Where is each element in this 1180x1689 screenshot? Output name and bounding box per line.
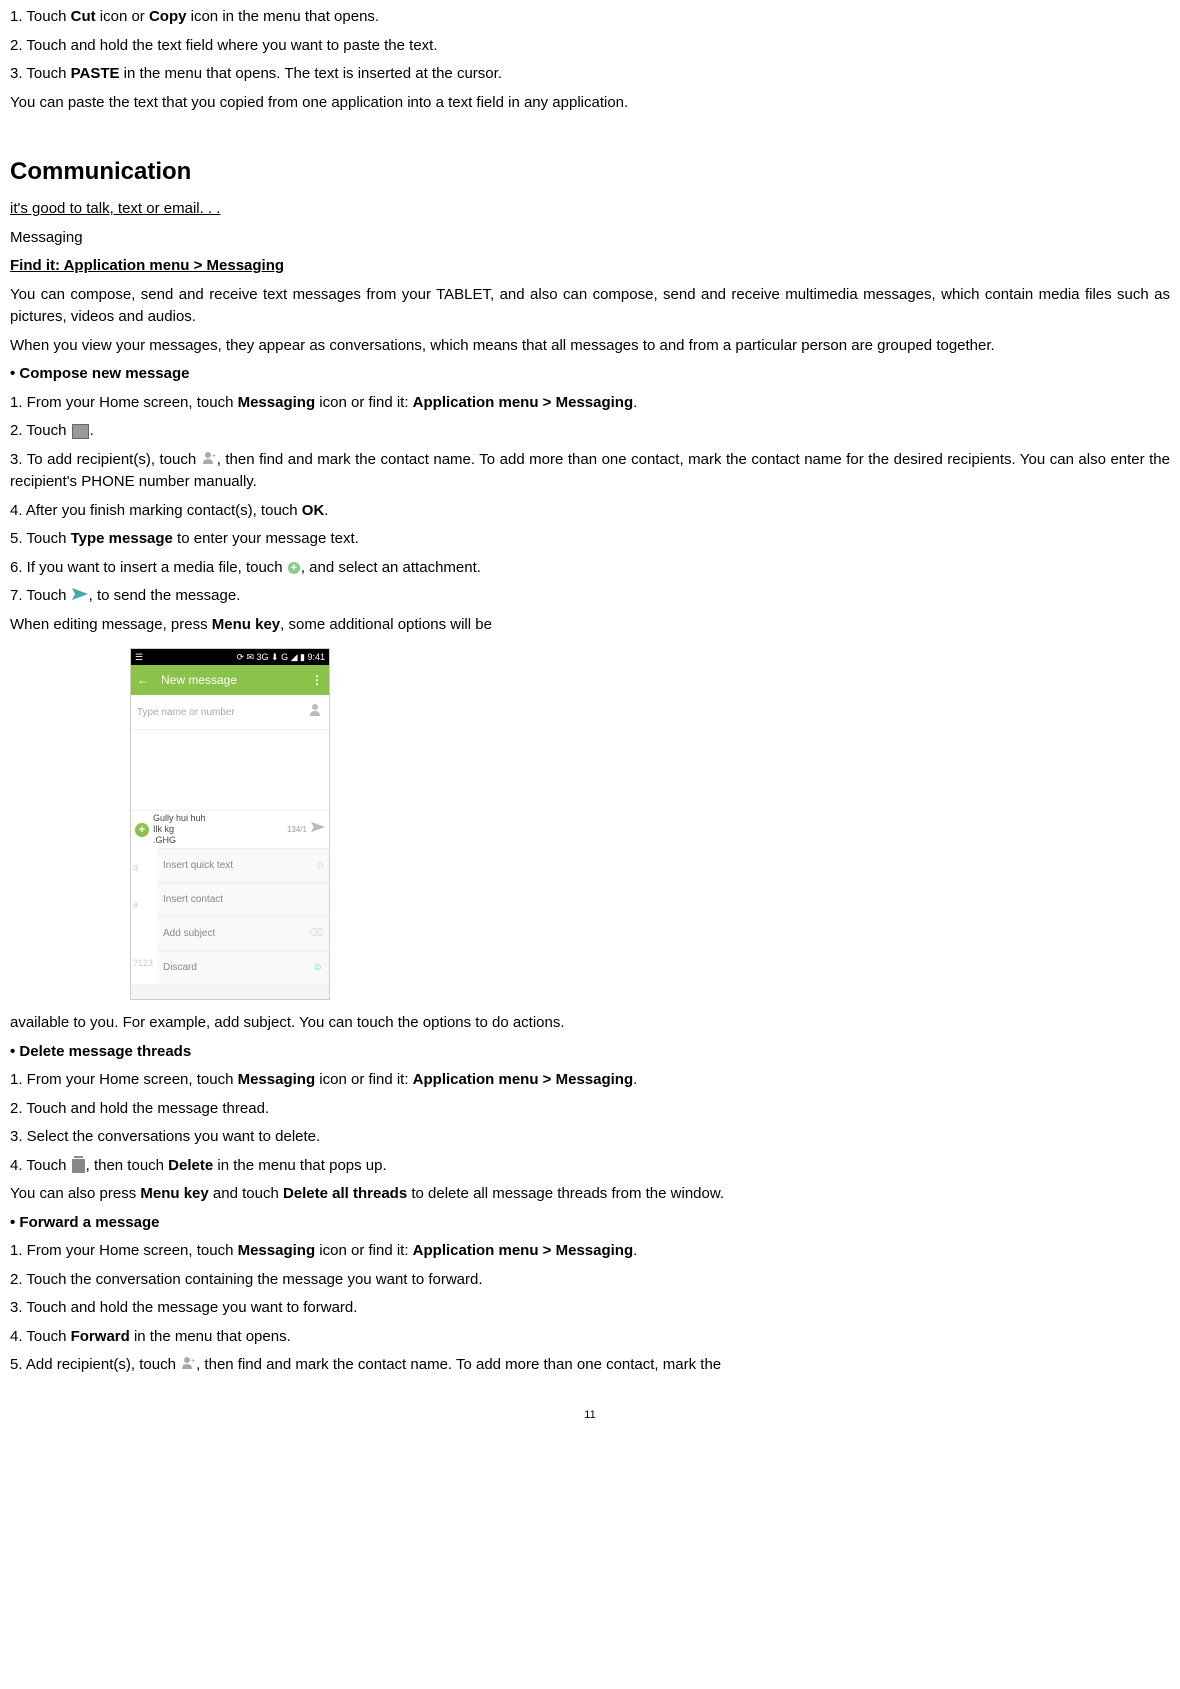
ss-statusbar: ☰ ⟳ ✉ 3G ⬇ G ◢ ▮ 9:41 xyxy=(131,649,329,665)
compose-step-1: 1. From your Home screen, touch Messagin… xyxy=(10,392,1170,415)
paste-note: You can paste the text that you copied f… xyxy=(10,92,1170,115)
back-icon: ← xyxy=(137,671,149,689)
delete-note: You can also press Menu key and touch De… xyxy=(10,1183,1170,1206)
add-contact-icon: + xyxy=(202,449,216,472)
ss-recipient-input: Type name or number xyxy=(131,695,329,730)
add-recipient-icon xyxy=(309,703,323,721)
compose-heading: • Compose new message xyxy=(10,363,1170,386)
forward-step-5: 5. Add recipient(s), touch +, then find … xyxy=(10,1354,1170,1377)
ss-opt-addsubject: Add subject ⌫ xyxy=(157,916,329,950)
forward-step-4: 4. Touch Forward in the menu that opens. xyxy=(10,1326,1170,1349)
messaging-intro-1: You can compose, send and receive text m… xyxy=(10,284,1170,329)
svg-text:+: + xyxy=(212,453,216,460)
page-number: 11 xyxy=(10,1407,1170,1424)
ss-opt-quicktext: Insert quick text p xyxy=(157,848,329,882)
send-icon xyxy=(72,585,88,608)
messaging-screenshot: ☰ ⟳ ✉ 3G ⬇ G ◢ ▮ 9:41 ← New message ⋮ Ty… xyxy=(130,648,330,1000)
step-cut-1: 1. Touch Cut icon or Copy icon in the me… xyxy=(10,6,1170,29)
compose-note: When editing message, press Menu key, so… xyxy=(10,614,1170,637)
compose-step-4: 4. After you finish marking contact(s), … xyxy=(10,500,1170,523)
compose-step-6: 6. If you want to insert a media file, t… xyxy=(10,557,1170,580)
add-contact-icon: + xyxy=(181,1354,195,1377)
messaging-subheading: Messaging xyxy=(10,227,1170,250)
compose-step-7: 7. Touch , to send the message. xyxy=(10,585,1170,608)
compose-step-5: 5. Touch Type message to enter your mess… xyxy=(10,528,1170,551)
delete-heading: • Delete message threads xyxy=(10,1041,1170,1064)
delete-step-2: 2. Touch and hold the message thread. xyxy=(10,1098,1170,1121)
compose-step-2: 2. Touch . xyxy=(10,420,1170,443)
ss-header: ← New message ⋮ xyxy=(131,665,329,695)
attach-icon: + xyxy=(288,562,300,574)
ss-opt-discard: Discard ☺ xyxy=(157,950,329,984)
step-cut-2: 2. Touch and hold the text field where y… xyxy=(10,35,1170,58)
ss-send-icon xyxy=(311,821,325,838)
forward-step-1: 1. From your Home screen, touch Messagin… xyxy=(10,1240,1170,1263)
communication-heading: Communication xyxy=(10,154,1170,190)
find-it: Find it: Application menu > Messaging xyxy=(10,255,1170,278)
svg-text:+: + xyxy=(191,1358,195,1365)
ss-attach-icon: + xyxy=(135,823,149,837)
trash-icon xyxy=(72,1159,85,1173)
ss-opt-insertcontact: Insert contact xyxy=(157,882,329,916)
compose-icon xyxy=(72,424,89,439)
menu-icon: ⋮ xyxy=(311,671,323,689)
ss-title: New message xyxy=(161,671,237,689)
delete-step-3: 3. Select the conversations you want to … xyxy=(10,1126,1170,1149)
tagline: it's good to talk, text or email. . . xyxy=(10,198,1170,221)
messaging-intro-2: When you view your messages, they appear… xyxy=(10,335,1170,358)
ss-message-input: + Gully hui huh Ilk kg .GHG 134/1 xyxy=(131,810,329,847)
compose-step-3: 3. To add recipient(s), touch +, then fi… xyxy=(10,449,1170,494)
forward-step-3: 3. Touch and hold the message you want t… xyxy=(10,1297,1170,1320)
delete-step-1: 1. From your Home screen, touch Messagin… xyxy=(10,1069,1170,1092)
compose-note-after: available to you. For example, add subje… xyxy=(10,1012,1170,1035)
step-cut-3: 3. Touch PASTE in the menu that opens. T… xyxy=(10,63,1170,86)
forward-heading: • Forward a message xyxy=(10,1212,1170,1235)
delete-step-4: 4. Touch , then touch Delete in the menu… xyxy=(10,1155,1170,1178)
forward-step-2: 2. Touch the conversation containing the… xyxy=(10,1269,1170,1292)
